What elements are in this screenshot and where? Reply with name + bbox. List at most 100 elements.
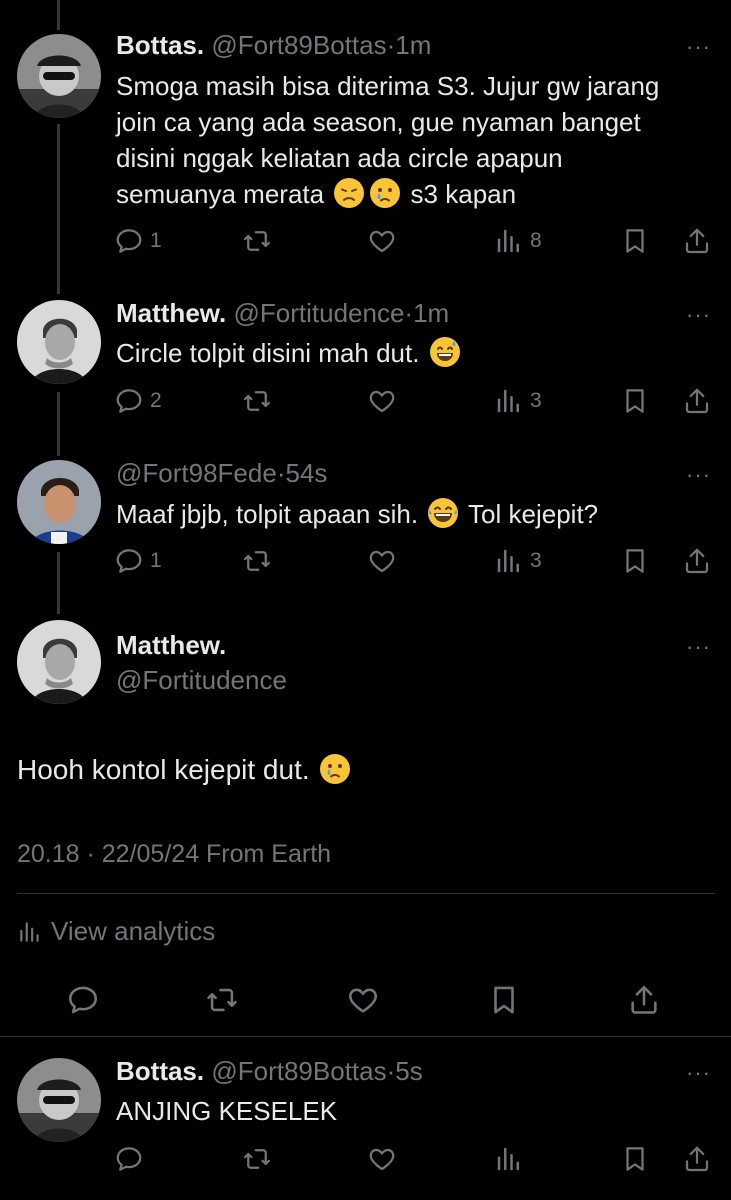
handle[interactable]: @Fortitudence bbox=[234, 298, 405, 328]
handle[interactable]: @Fort89Bottas bbox=[211, 30, 386, 60]
timestamp[interactable]: 1m bbox=[395, 30, 431, 60]
view-count: 8 bbox=[530, 229, 542, 252]
views-button[interactable]: 3 bbox=[494, 543, 542, 579]
share-icon bbox=[682, 386, 712, 416]
tweet-text: ANJING KESELEK bbox=[116, 1096, 338, 1126]
like-button[interactable] bbox=[346, 980, 380, 1020]
reply-icon bbox=[66, 983, 100, 1017]
more-icon[interactable]: ··· bbox=[686, 1060, 711, 1086]
avatar[interactable] bbox=[17, 300, 101, 384]
disappointed-face-icon bbox=[333, 177, 365, 209]
reply-button[interactable]: 1 bbox=[114, 543, 162, 579]
avatar[interactable] bbox=[17, 620, 101, 704]
tweet-text-line: s3 kapan bbox=[403, 179, 517, 209]
retweet-button[interactable] bbox=[242, 383, 272, 419]
bookmark-button[interactable] bbox=[620, 543, 650, 579]
timestamp[interactable]: 54s bbox=[285, 458, 327, 488]
like-icon bbox=[367, 546, 397, 576]
bookmark-icon bbox=[620, 226, 650, 256]
tweet-header: Bottas. @Fort89Bottas·5s bbox=[116, 1056, 423, 1087]
tweet-actions: 1 8 bbox=[114, 223, 714, 259]
views-icon bbox=[494, 546, 524, 576]
bookmark-icon bbox=[620, 1144, 650, 1174]
tweet-header: Bottas. @Fort89Bottas·1m bbox=[116, 30, 431, 61]
bookmark-icon bbox=[620, 546, 650, 576]
more-icon[interactable]: ··· bbox=[686, 34, 711, 60]
reply-icon bbox=[114, 1144, 144, 1174]
views-button[interactable] bbox=[494, 1141, 530, 1177]
crying-face-icon bbox=[369, 177, 401, 209]
share-button[interactable] bbox=[682, 1141, 712, 1177]
more-icon[interactable]: ··· bbox=[686, 462, 711, 488]
separator: · bbox=[386, 30, 396, 60]
reply-count: 2 bbox=[150, 389, 162, 412]
views-button[interactable]: 3 bbox=[494, 383, 542, 419]
like-icon bbox=[367, 226, 397, 256]
separator: · bbox=[404, 298, 414, 328]
bookmark-button[interactable] bbox=[487, 980, 521, 1020]
like-button[interactable] bbox=[367, 543, 397, 579]
share-button[interactable] bbox=[627, 980, 661, 1020]
views-icon bbox=[494, 226, 524, 256]
main-tweet-name: Matthew. bbox=[116, 630, 226, 661]
tweet-actions bbox=[114, 1141, 714, 1177]
view-count: 3 bbox=[530, 389, 542, 412]
thread-line bbox=[57, 552, 60, 614]
reply-icon bbox=[114, 226, 144, 256]
reply-button[interactable] bbox=[114, 1141, 150, 1177]
tweet-actions: 2 3 bbox=[114, 383, 714, 419]
tweet-text: Maaf jbjb, tolpit apaan sih. Tol kejepit… bbox=[116, 496, 716, 532]
thread-line bbox=[57, 0, 60, 30]
avatar[interactable] bbox=[17, 460, 101, 544]
view-count: 3 bbox=[530, 549, 542, 572]
display-name[interactable]: Bottas. bbox=[116, 1056, 204, 1086]
bookmark-button[interactable] bbox=[620, 383, 650, 419]
like-button[interactable] bbox=[367, 383, 397, 419]
more-icon[interactable]: ··· bbox=[686, 634, 711, 660]
display-name[interactable]: Matthew. bbox=[116, 298, 226, 328]
avatar[interactable] bbox=[17, 1058, 101, 1142]
avatar[interactable] bbox=[17, 34, 101, 118]
display-name[interactable]: Matthew. bbox=[116, 630, 226, 660]
reply-button[interactable]: 2 bbox=[114, 383, 162, 419]
view-analytics-link[interactable]: View analytics bbox=[17, 916, 215, 947]
retweet-button[interactable] bbox=[242, 1141, 272, 1177]
share-button[interactable] bbox=[682, 223, 712, 259]
bookmark-button[interactable] bbox=[620, 1141, 650, 1177]
share-button[interactable] bbox=[682, 383, 712, 419]
tweet-meta[interactable]: 20.18 · 22/05/24 From Earth bbox=[17, 840, 331, 869]
handle[interactable]: @Fort89Bottas bbox=[211, 1056, 386, 1086]
retweet-icon bbox=[205, 983, 239, 1017]
views-icon bbox=[494, 1144, 524, 1174]
display-name[interactable]: Bottas. bbox=[116, 30, 204, 60]
retweet-icon bbox=[242, 226, 272, 256]
tweet-text-line: Maaf jbjb, tolpit apaan sih. bbox=[116, 499, 426, 529]
like-icon bbox=[367, 386, 397, 416]
tweet-text: Circle tolpit disini mah dut. bbox=[116, 335, 716, 371]
face-with-tears-of-joy-icon bbox=[427, 497, 459, 529]
tweet-text-line: semuanya merata bbox=[116, 179, 332, 209]
retweet-button[interactable] bbox=[242, 543, 272, 579]
more-icon[interactable]: ··· bbox=[686, 302, 711, 328]
tweet-text-line: Circle tolpit disini mah dut. bbox=[116, 338, 427, 368]
tweet-text-line: disini nggak keliatan ada circle apapun bbox=[116, 143, 563, 173]
retweet-button[interactable] bbox=[242, 223, 272, 259]
reply-icon bbox=[114, 386, 144, 416]
like-button[interactable] bbox=[367, 1141, 397, 1177]
bookmark-button[interactable] bbox=[620, 223, 650, 259]
tweet-actions: 1 3 bbox=[114, 543, 714, 579]
tweet-header: @Fort98Fede·54s bbox=[116, 458, 327, 489]
like-button[interactable] bbox=[367, 223, 397, 259]
grinning-face-with-sweat-icon bbox=[429, 336, 461, 368]
reply-button[interactable] bbox=[66, 980, 100, 1020]
timestamp[interactable]: 5s bbox=[395, 1056, 422, 1086]
retweet-icon bbox=[242, 546, 272, 576]
tweet-text: Smoga masih bisa diterima S3. Jujur gw j… bbox=[116, 68, 716, 212]
timestamp[interactable]: 1m bbox=[413, 298, 449, 328]
share-button[interactable] bbox=[682, 543, 712, 579]
retweet-button[interactable] bbox=[205, 980, 239, 1020]
views-button[interactable]: 8 bbox=[494, 223, 542, 259]
handle[interactable]: @Fort98Fede bbox=[116, 458, 277, 488]
reply-button[interactable]: 1 bbox=[114, 223, 162, 259]
handle[interactable]: @Fortitudence bbox=[116, 665, 287, 696]
